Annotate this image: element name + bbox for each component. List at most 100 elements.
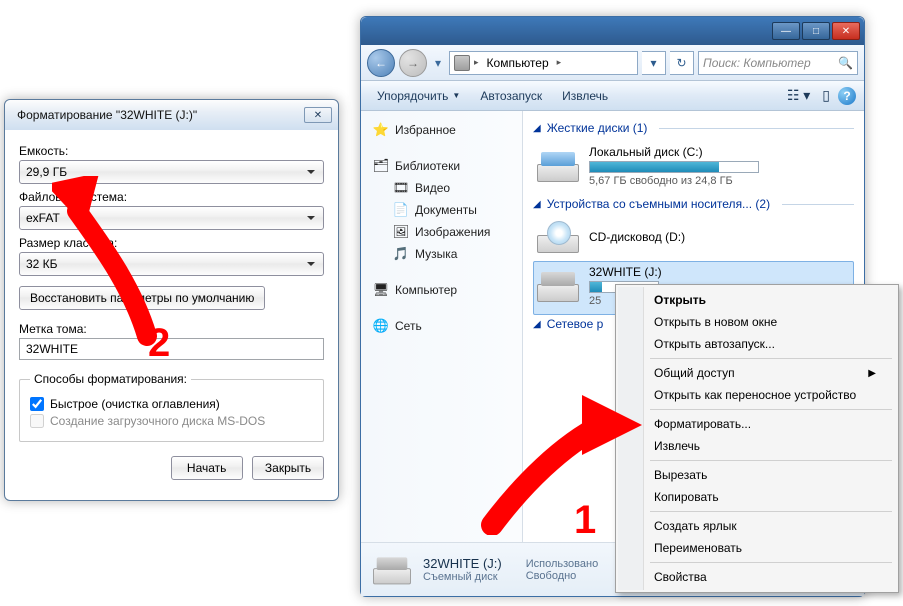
ctx-open-autoplay[interactable]: Открыть автозапуск... xyxy=(620,333,894,355)
annotation-number-2: 2 xyxy=(148,321,170,366)
autoplay-menu[interactable]: Автозапуск xyxy=(472,86,550,106)
caret-icon: ◢ xyxy=(533,123,541,134)
group-removable[interactable]: ◢ Устройства со съемными носителя... (2) xyxy=(533,197,854,211)
drive-c[interactable]: Локальный диск (C:) 5,67 ГБ свободно из … xyxy=(533,141,854,195)
address-toolbar: ← → ▾ ▸ Компьютер ▸ ▾ ↻ Поиск: Компьютер… xyxy=(361,45,864,81)
address-dropdown-button[interactable]: ▾ xyxy=(642,51,666,75)
view-options-button[interactable]: ☷ ▾ xyxy=(783,85,814,106)
cluster-select[interactable]: 32 КБ xyxy=(19,252,324,276)
filesystem-select[interactable]: exFAT xyxy=(19,206,324,230)
close-icon: ✕ xyxy=(314,110,322,121)
music-icon: 🎵 xyxy=(393,246,409,262)
nav-network[interactable]: 🌐Сеть xyxy=(365,315,518,337)
details-title: 32WHITE (J:) xyxy=(423,556,502,571)
close-format-button[interactable]: Закрыть xyxy=(252,456,324,480)
navigation-pane: ⭐ Избранное 🗂 Библиотеки 🎞Видео 📄Докумен… xyxy=(361,111,523,542)
forward-button: → xyxy=(399,49,427,77)
organize-menu[interactable]: Упорядочить▼ xyxy=(369,86,468,106)
drive-c-title: Локальный диск (C:) xyxy=(589,145,850,159)
ctx-open-new-window[interactable]: Открыть в новом окне xyxy=(620,311,894,333)
forward-icon: → xyxy=(407,56,419,70)
format-dialog: Форматирование "32WHITE (J:)" ✕ Емкость:… xyxy=(4,99,339,501)
capacity-value: 29,9 ГБ xyxy=(26,165,67,179)
capacity-label: Емкость: xyxy=(19,144,324,158)
ctx-rename[interactable]: Переименовать xyxy=(620,537,894,559)
eject-menu[interactable]: Извлечь xyxy=(554,86,616,106)
quick-format-box[interactable] xyxy=(30,397,44,411)
back-button[interactable]: ← xyxy=(367,49,395,77)
caret-icon: ◢ xyxy=(533,319,541,330)
group-hard-disks[interactable]: ◢ Жесткие диски (1) xyxy=(533,121,854,135)
format-dialog-titlebar[interactable]: Форматирование "32WHITE (J:)" ✕ xyxy=(5,100,338,130)
ctx-sharing[interactable]: Общий доступ▶ xyxy=(620,362,894,384)
capacity-select[interactable]: 29,9 ГБ xyxy=(19,160,324,184)
volume-label-label: Метка тома: xyxy=(19,322,324,336)
drive-c-sub: 5,67 ГБ свободно из 24,8 ГБ xyxy=(589,175,850,187)
submenu-arrow-icon: ▶ xyxy=(868,368,876,379)
ctx-copy[interactable]: Копировать xyxy=(620,486,894,508)
nav-libraries[interactable]: 🗂 Библиотеки xyxy=(365,155,518,177)
minimize-icon: — xyxy=(781,26,791,37)
nav-history-button[interactable]: ▾ xyxy=(431,51,445,75)
command-bar: Упорядочить▼ Автозапуск Извлечь ☷ ▾ ▯ ? xyxy=(361,81,864,111)
annotation-number-1: 1 xyxy=(574,498,596,543)
back-icon: ← xyxy=(375,56,387,70)
computer-icon xyxy=(454,55,470,71)
usb-drive-icon xyxy=(373,555,411,584)
maximize-icon: □ xyxy=(813,26,819,37)
ctx-properties[interactable]: Свойства xyxy=(620,566,894,588)
usb-drive-icon xyxy=(537,270,579,302)
computer-icon: 🖥 xyxy=(373,282,389,298)
help-button[interactable]: ? xyxy=(838,87,856,105)
details-free-label: Свободно xyxy=(526,570,598,582)
format-options-legend: Способы форматирования: xyxy=(30,372,191,386)
details-type: Съемный диск xyxy=(423,571,502,583)
nav-documents[interactable]: 📄Документы xyxy=(365,199,518,221)
dvd-icon xyxy=(537,221,579,253)
star-icon: ⭐ xyxy=(373,122,389,138)
start-button[interactable]: Начать xyxy=(171,456,243,480)
explorer-titlebar[interactable]: — □ ✕ xyxy=(361,17,864,45)
hdd-icon xyxy=(537,150,579,182)
picture-icon: 🖼 xyxy=(393,224,409,240)
maximize-button[interactable]: □ xyxy=(802,22,830,40)
nav-pictures[interactable]: 🖼Изображения xyxy=(365,221,518,243)
quick-format-checkbox[interactable]: Быстрое (очистка оглавления) xyxy=(30,397,313,411)
nav-computer[interactable]: 🖥Компьютер xyxy=(365,279,518,301)
drive-j-title: 32WHITE (J:) xyxy=(589,265,850,279)
chevron-down-icon: ▾ xyxy=(650,56,656,70)
nav-videos[interactable]: 🎞Видео xyxy=(365,177,518,199)
libraries-icon: 🗂 xyxy=(373,158,389,174)
ctx-open-portable[interactable]: Открыть как переносное устройство xyxy=(620,384,894,406)
context-menu: Открыть Открыть в новом окне Открыть авт… xyxy=(615,284,899,593)
network-icon: 🌐 xyxy=(373,318,389,334)
volume-label-input[interactable] xyxy=(19,338,324,360)
address-bar[interactable]: ▸ Компьютер ▸ xyxy=(449,51,638,75)
breadcrumb-computer[interactable]: Компьютер xyxy=(483,56,553,70)
breadcrumb-sep[interactable]: ▸ xyxy=(472,57,481,68)
nav-music[interactable]: 🎵Музыка xyxy=(365,243,518,265)
search-input[interactable]: Поиск: Компьютер 🔍 xyxy=(698,51,858,75)
refresh-button[interactable]: ↻ xyxy=(670,51,694,75)
drive-dvd[interactable]: CD-дисковод (D:) xyxy=(533,217,854,261)
ctx-cut[interactable]: Вырезать xyxy=(620,464,894,486)
ctx-format[interactable]: Форматировать... xyxy=(620,413,894,435)
ctx-create-shortcut[interactable]: Создать ярлык xyxy=(620,515,894,537)
restore-defaults-button[interactable]: Восстановить параметры по умолчанию xyxy=(19,286,265,310)
preview-pane-button[interactable]: ▯ xyxy=(818,85,834,106)
breadcrumb-sep[interactable]: ▸ xyxy=(555,57,564,68)
ctx-open[interactable]: Открыть xyxy=(620,289,894,311)
document-icon: 📄 xyxy=(393,202,409,218)
close-window-button[interactable]: ✕ xyxy=(832,22,860,40)
filesystem-label: Файловая система: xyxy=(19,190,324,204)
minimize-button[interactable]: — xyxy=(772,22,800,40)
details-used-label: Использовано xyxy=(526,558,598,570)
filesystem-value: exFAT xyxy=(26,211,60,225)
drive-dvd-title: CD-дисковод (D:) xyxy=(589,230,850,244)
ctx-eject[interactable]: Извлечь xyxy=(620,435,894,457)
msdos-boot-checkbox: Создание загрузочного диска MS-DOS xyxy=(30,414,313,428)
help-icon: ? xyxy=(843,89,850,103)
format-dialog-title: Форматирование "32WHITE (J:)" xyxy=(17,108,302,122)
nav-favorites[interactable]: ⭐ Избранное xyxy=(365,119,518,141)
close-button[interactable]: ✕ xyxy=(304,107,332,123)
